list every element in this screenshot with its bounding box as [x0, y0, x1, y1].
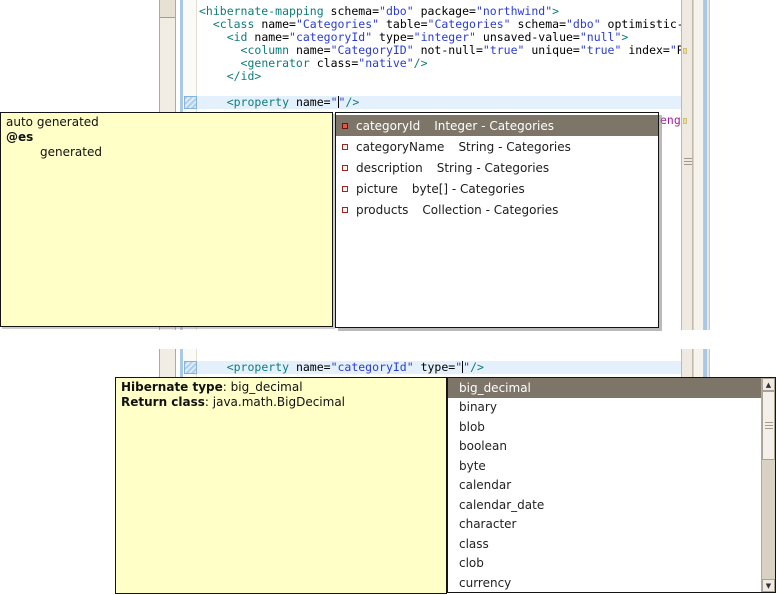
completion-item-type: byte[] - Categories — [412, 182, 525, 196]
left-scrollbar-track-bottom[interactable] — [159, 349, 176, 377]
code-line: <generator class="native"/> — [199, 57, 681, 70]
type-item-label: clob — [459, 556, 484, 570]
completion-item[interactable]: picture byte[] - Categories — [336, 178, 658, 199]
type-item-label: big_decimal — [459, 381, 531, 395]
type-item[interactable]: calendar — [448, 476, 761, 496]
tooltip-indented-line: generated — [40, 145, 327, 160]
scroll-up-icon: ▲ — [766, 381, 771, 389]
field-icon — [342, 186, 348, 192]
type-item[interactable]: boolean — [448, 437, 761, 457]
completion-item-type: String - Categories — [458, 140, 570, 154]
type-item[interactable]: character — [448, 515, 761, 535]
splitter-edge-bottom — [707, 349, 710, 377]
code-area-bottom: <property name="categoryId" type=""/> — [199, 361, 484, 374]
left-scrollbar-thumb[interactable] — [160, 0, 175, 18]
field-icon — [342, 207, 348, 213]
overview-annotation-mark — [683, 118, 687, 124]
splitter-strip-bottom[interactable] — [693, 349, 704, 377]
completion-item[interactable]: description String - Categories — [336, 157, 658, 178]
completion-item-name: products — [356, 203, 408, 217]
tooltip-value: : big_decimal — [223, 380, 303, 394]
type-item[interactable]: clob — [448, 554, 761, 574]
sash-grip-handle[interactable] — [684, 158, 692, 167]
tooltip-line: Return class: java.math.BigDecimal — [121, 395, 441, 410]
type-item[interactable]: binary — [448, 398, 761, 418]
tooltip-line: auto generated — [6, 115, 327, 130]
type-item-label: byte — [459, 459, 486, 473]
list-scrollbar[interactable]: ▲ ▼ — [761, 378, 775, 592]
tooltip-value: : java.math.BigDecimal — [205, 395, 345, 409]
doc-tooltip-top: auto generated @es generated — [0, 112, 333, 327]
content-assist-popup-bottom[interactable]: big_decimalbinary blob boolean byte calendar… — [447, 377, 776, 593]
xml-editor-bottom[interactable]: <property name="categoryId" type=""/> — [197, 349, 681, 377]
completion-item[interactable]: products Collection - Categories — [336, 199, 658, 220]
type-item[interactable]: class — [448, 534, 761, 554]
screenshot-canvas: <hibernate-mapping schema="dbo" package=… — [0, 0, 776, 595]
completion-item-list: categoryId Integer - Categories categoryNa… — [336, 113, 658, 220]
splitter-strip-top[interactable] — [693, 0, 704, 330]
scroll-down-icon: ▼ — [766, 582, 771, 590]
type-tooltip-bottom: Hibernate type: big_decimal Return class… — [115, 377, 447, 594]
completion-item-type: String - Categories — [437, 161, 549, 175]
completion-item-name: description — [356, 161, 423, 175]
type-item[interactable]: calendar_date — [448, 495, 761, 515]
list-scrollbar-thumb[interactable] — [762, 391, 775, 460]
completion-item[interactable]: categoryName String - Categories — [336, 136, 658, 157]
type-item-label: class — [459, 537, 489, 551]
completion-item-name: picture — [356, 182, 398, 196]
current-line-marker-bottom — [184, 361, 197, 374]
completion-item-name: categoryName — [356, 140, 444, 154]
field-icon — [342, 165, 348, 171]
type-item[interactable]: currency — [448, 573, 761, 592]
type-item-label: boolean — [459, 439, 507, 453]
type-item-label: calendar — [459, 478, 511, 492]
tooltip-label: Return class — [121, 395, 205, 409]
type-item[interactable]: byte — [448, 456, 761, 476]
code-area-top: <hibernate-mapping schema="dbo" package=… — [199, 5, 681, 109]
field-icon — [342, 144, 348, 150]
type-item-label: calendar_date — [459, 498, 544, 512]
splitter-edge-top — [707, 0, 710, 330]
scroll-down-button[interactable]: ▼ — [762, 579, 775, 592]
completion-item-name: categoryId — [356, 119, 420, 133]
completion-item[interactable]: categoryId Integer - Categories — [336, 115, 658, 136]
code-line: </id> — [199, 70, 681, 83]
content-assist-popup-top[interactable]: categoryId Integer - Categories categoryNa… — [335, 112, 659, 328]
tooltip-tag-line: @es — [6, 130, 327, 145]
completion-item-type: Integer - Categories — [434, 119, 554, 133]
type-item-label: binary — [459, 400, 497, 414]
completion-item-type: Collection - Categories — [422, 203, 558, 217]
sash-blue-line-left-bottom — [180, 349, 183, 377]
type-item-list: big_decimalbinary blob boolean byte calendar… — [448, 378, 761, 592]
tooltip-line: Hibernate type: big_decimal — [121, 380, 441, 395]
type-item[interactable]: big_decimal — [448, 378, 761, 398]
scrollbar-grip-icon — [765, 422, 773, 429]
current-line-marker-top — [184, 96, 197, 109]
type-item-label: currency — [459, 576, 511, 590]
overview-annotation-mark — [683, 48, 687, 54]
type-item-label: character — [459, 517, 516, 531]
type-item[interactable]: blob — [448, 417, 761, 437]
code-line: <property name="categoryId" type=""/> — [199, 361, 484, 374]
scroll-up-button[interactable]: ▲ — [762, 378, 775, 391]
code-line: <property name=""/> — [199, 96, 681, 109]
overview-ruler-bottom[interactable] — [681, 349, 693, 377]
type-item-label: blob — [459, 420, 485, 434]
tooltip-label: Hibernate type — [121, 380, 223, 394]
field-icon — [342, 123, 348, 129]
overview-ruler-top[interactable] — [681, 0, 693, 330]
